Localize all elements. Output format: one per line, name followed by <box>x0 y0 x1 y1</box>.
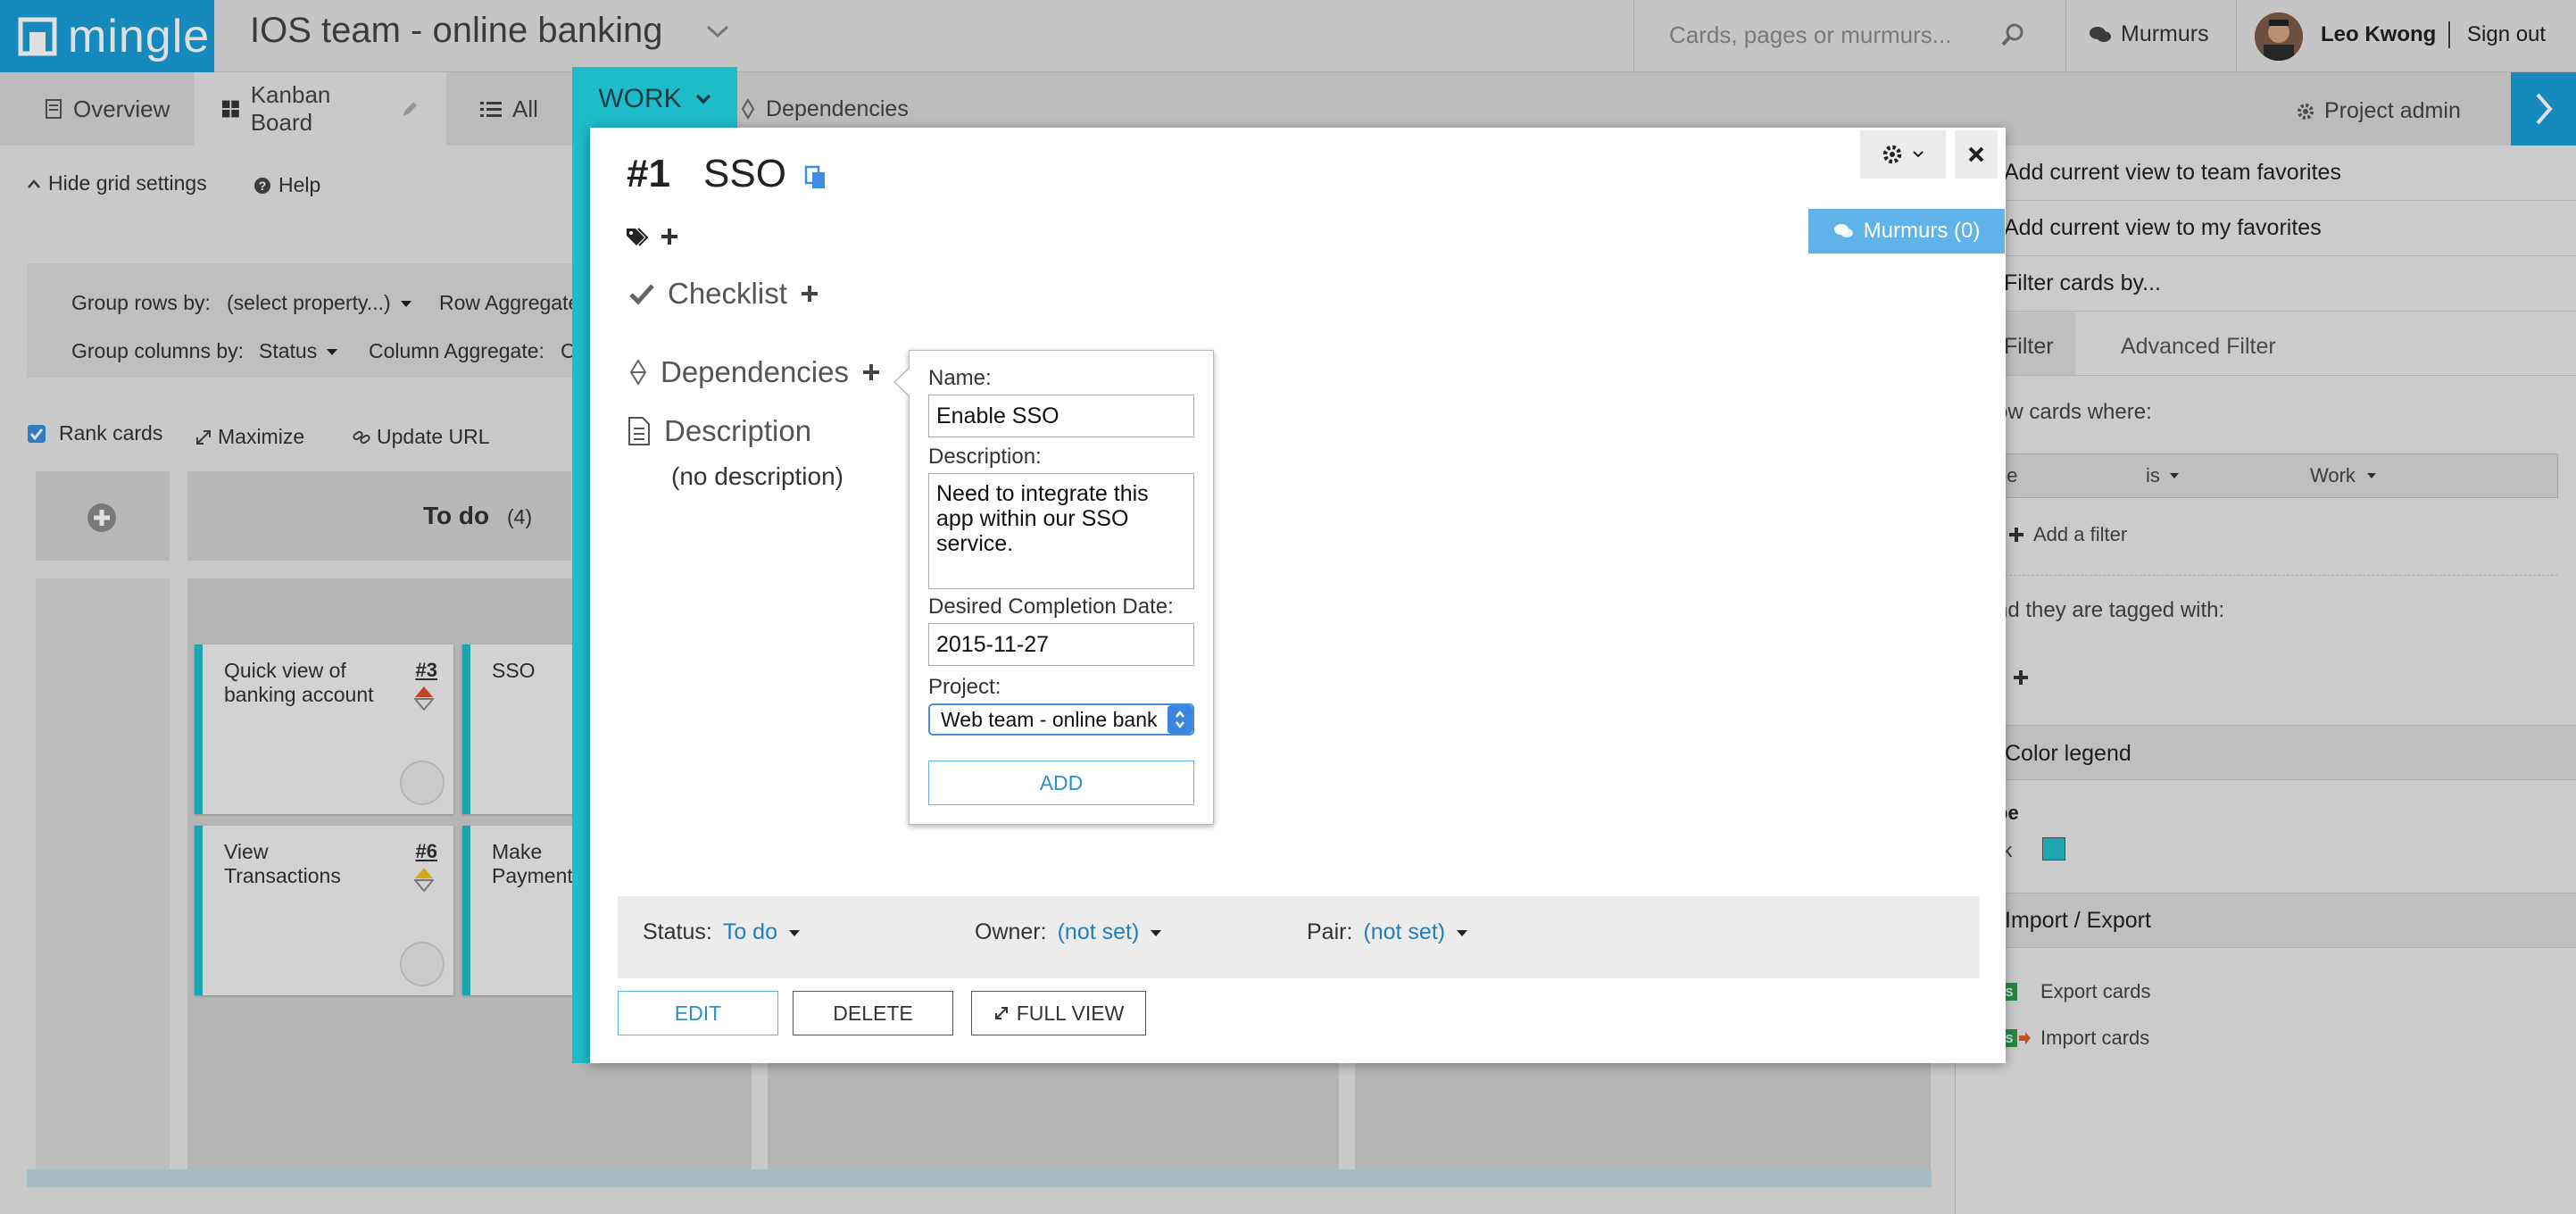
add-dependency-icon[interactable] <box>861 362 881 382</box>
card-number: #1 <box>627 152 670 195</box>
checklist-label: Checklist <box>668 277 787 310</box>
card-type-dropdown[interactable]: WORK <box>573 67 737 131</box>
pair-label: Pair: <box>1307 919 1353 944</box>
dependency-name-label: Name: <box>928 366 992 390</box>
murmurs-button[interactable]: Murmurs (0) <box>1808 209 2005 254</box>
add-checklist-item-icon[interactable] <box>800 284 819 304</box>
dependency-icon <box>629 359 647 386</box>
project-select-value: Web team - online bank <box>941 708 1158 731</box>
popup-pointer <box>893 366 912 398</box>
full-view-button[interactable]: FULL VIEW <box>971 991 1146 1035</box>
pair-value: (not set) <box>1363 919 1446 944</box>
full-view-label: FULL VIEW <box>1016 1001 1125 1025</box>
close-icon <box>1968 146 1984 162</box>
chevron-down-icon <box>1913 151 1924 158</box>
status-value: To do <box>722 919 777 944</box>
dependency-date-label: Desired Completion Date: <box>928 595 1174 619</box>
description-label: Description <box>664 414 812 447</box>
dependency-name-input[interactable] <box>928 395 1194 437</box>
close-button[interactable] <box>1955 130 1998 179</box>
gear-icon <box>1882 145 1902 164</box>
caret-down-icon <box>1151 929 1162 936</box>
owner-label: Owner: <box>975 919 1047 944</box>
dependency-description-label: Description: <box>928 445 1042 469</box>
card-name[interactable]: SSO <box>703 152 786 196</box>
murmurs-button-label: Murmurs (0) <box>1863 219 1981 243</box>
copy-link-icon[interactable] <box>803 164 828 191</box>
status-label: Status: <box>643 919 712 944</box>
select-arrows-icon[interactable] <box>1168 705 1192 734</box>
tags-icon <box>627 228 649 246</box>
delete-button[interactable]: DELETE <box>793 991 953 1035</box>
owner-value: (not set) <box>1057 919 1140 944</box>
card-type-label: WORK <box>598 84 682 113</box>
status-property[interactable]: Status: To do <box>643 919 801 945</box>
checklist-section: Checklist <box>628 277 819 311</box>
dependency-date-input[interactable] <box>928 623 1194 666</box>
card-type-stripe <box>572 67 590 1063</box>
add-tag-icon[interactable] <box>661 228 678 245</box>
edit-button[interactable]: EDIT <box>618 991 778 1035</box>
expand-icon <box>994 1007 1008 1019</box>
dependency-project-label: Project: <box>928 675 1001 699</box>
pair-property[interactable]: Pair: (not set) <box>1307 919 1468 945</box>
caret-down-icon <box>789 929 800 936</box>
document-icon <box>628 417 650 445</box>
description-text[interactable]: (no description) <box>671 462 843 491</box>
caret-down-icon <box>1457 929 1468 936</box>
add-dependency-button[interactable]: ADD <box>928 761 1194 805</box>
check-icon <box>629 284 654 305</box>
owner-property[interactable]: Owner: (not set) <box>975 919 1162 945</box>
description-section: Description <box>627 414 811 448</box>
dependency-project-select[interactable]: Web team - online bank <box>928 703 1194 736</box>
card-settings-button[interactable] <box>1860 130 1946 179</box>
dependencies-section: Dependencies <box>628 355 881 389</box>
dependencies-label: Dependencies <box>661 355 849 388</box>
card-properties-bar <box>618 896 1980 978</box>
chevron-down-icon <box>695 94 710 104</box>
chat-icon <box>1833 224 1853 237</box>
dependency-description-input[interactable]: Need to integrate this app within our SS… <box>928 473 1194 589</box>
tags-row <box>625 227 678 246</box>
